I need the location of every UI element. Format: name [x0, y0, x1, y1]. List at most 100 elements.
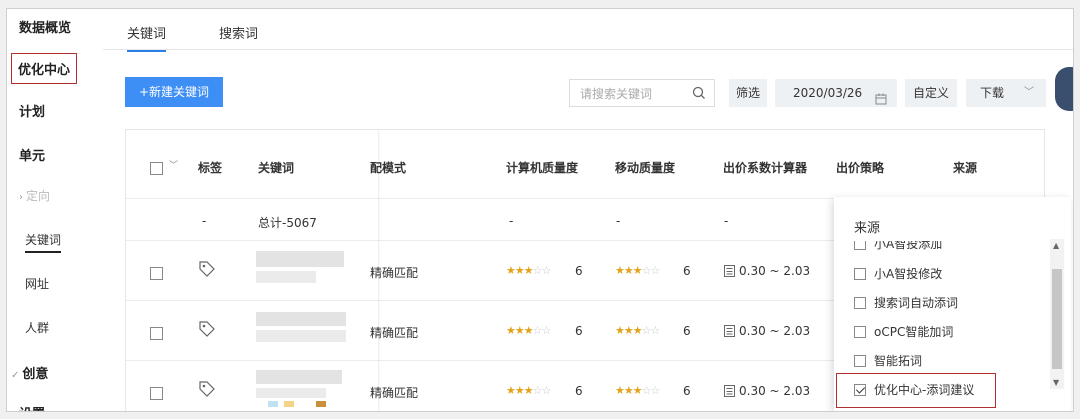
- download-label: 下载: [980, 86, 1005, 100]
- sidebar-item-audience[interactable]: 人群: [25, 319, 49, 336]
- option-checkbox[interactable]: [854, 326, 866, 338]
- scrollbar[interactable]: ▲ ▼: [1050, 239, 1064, 389]
- mobile-quality-stars: ★★★☆☆: [615, 384, 660, 397]
- column-header-bid-calculator: 出价系数计算器: [723, 161, 808, 175]
- option-label: oCPC智能加词: [874, 325, 954, 339]
- option-checkbox[interactable]: [854, 268, 866, 280]
- search-icon[interactable]: [692, 86, 706, 103]
- sidebar-item-url[interactable]: 网址: [25, 275, 49, 292]
- column-header-source[interactable]: 来源: [953, 159, 977, 176]
- download-select[interactable]: 下载 ﹀: [966, 79, 1046, 107]
- tab-search-term[interactable]: 搜索词: [219, 23, 258, 42]
- main-panel: 关键词 搜索词 +新建关键词 筛选 2020/03/26 自定义 下载 ﹀ ﹀: [103, 9, 1073, 411]
- blurred-keyword: [256, 251, 344, 267]
- pc-quality-score: 6: [575, 324, 583, 338]
- tag-icon[interactable]: [198, 260, 216, 281]
- row-checkbox[interactable]: [150, 387, 163, 400]
- mobile-quality-score: 6: [683, 264, 691, 278]
- sidebar-item-creative-label: 创意: [22, 367, 49, 382]
- blurred-keyword: [256, 312, 346, 326]
- calculator-icon[interactable]: [724, 385, 735, 400]
- row-checkbox[interactable]: [150, 327, 163, 340]
- date-value: 2020/03/26: [793, 86, 863, 100]
- sidebar-item-unit[interactable]: 单元: [19, 145, 45, 164]
- column-header-pc-quality: 计算机质量度: [506, 161, 579, 175]
- option-checkbox[interactable]: [854, 297, 866, 309]
- option-xiaoa-add[interactable]: 小A智投添加: [854, 241, 942, 255]
- sidebar-item-optimize[interactable]: 优化中心: [11, 53, 78, 84]
- pc-quality-stars: ★★★☆☆: [506, 384, 551, 397]
- bid-range: 0.30 ~ 2.03: [739, 384, 811, 398]
- tab-bar: 关键词 搜索词: [103, 9, 1073, 52]
- blurred-keyword: [284, 401, 294, 407]
- option-label: 智能拓词: [874, 354, 923, 368]
- option-label: 小A智投修改: [874, 267, 943, 281]
- option-smart-expand[interactable]: 智能拓词: [854, 352, 922, 372]
- column-header-bid-strategy: 出价策略: [836, 161, 885, 175]
- blurred-keyword: [256, 388, 326, 398]
- pc-quality-stars: ★★★☆☆: [506, 324, 551, 337]
- tag-icon[interactable]: [198, 320, 216, 341]
- pc-quality-score: 6: [575, 264, 583, 278]
- app-frame: 数据概览 优化中心 计划 单元 ›定向 关键词 网址 人群 ✓创意 设置 关键词…: [6, 8, 1074, 412]
- source-filter-dropdown: 来源 小A智投添加 小A智投修改 搜索词自动添词 oCPC智能加词 智能拓词 优…: [834, 197, 1071, 411]
- blurred-keyword: [256, 370, 342, 384]
- mobile-quality-stars: ★★★☆☆: [615, 324, 660, 337]
- row-checkbox[interactable]: [150, 267, 163, 280]
- calculator-icon[interactable]: [724, 265, 735, 280]
- pc-quality-score: 6: [575, 384, 583, 398]
- column-header-match: 配模式: [370, 161, 407, 175]
- scrollbar-thumb[interactable]: [1052, 269, 1062, 369]
- summary-mobile: -: [616, 214, 621, 228]
- sidebar: 数据概览 优化中心 计划 单元 ›定向 关键词 网址 人群 ✓创意 设置: [7, 9, 103, 411]
- option-checkbox[interactable]: [854, 355, 866, 367]
- sidebar-item-keyword[interactable]: 关键词: [25, 231, 62, 253]
- mobile-quality-score: 6: [683, 384, 691, 398]
- fixed-column-shadow: [378, 130, 380, 411]
- sidebar-item-targeting-label: 定向: [26, 189, 51, 203]
- summary-total: 总计-5067: [258, 216, 317, 230]
- blurred-keyword: [268, 401, 278, 407]
- sidebar-item-settings[interactable]: 设置: [19, 403, 45, 411]
- assistant-avatar[interactable]: [1055, 67, 1073, 111]
- search-box: [569, 79, 715, 107]
- tag-icon[interactable]: [198, 380, 216, 401]
- scroll-down-icon[interactable]: ▼: [1053, 378, 1059, 387]
- sidebar-item-creative[interactable]: ✓ 创意: [11, 363, 48, 382]
- sidebar-item-plan[interactable]: 计划: [19, 101, 45, 120]
- bid-range: 0.30 ~ 2.03: [739, 264, 811, 278]
- mobile-quality-stars: ★★★☆☆: [615, 264, 660, 277]
- option-search-term-auto[interactable]: 搜索词自动添词: [854, 294, 958, 314]
- search-input[interactable]: [578, 86, 692, 102]
- scroll-up-icon[interactable]: ▲: [1053, 241, 1059, 250]
- calculator-icon[interactable]: [724, 325, 735, 340]
- select-all-checkbox[interactable]: [150, 162, 163, 175]
- sidebar-item-targeting[interactable]: › 定向: [19, 187, 50, 204]
- column-header-tag: 标签: [198, 161, 223, 175]
- option-ocpc[interactable]: oCPC智能加词: [854, 323, 953, 343]
- chevron-down-icon: ✓: [11, 370, 20, 381]
- summary-bid: -: [724, 214, 729, 228]
- custom-button[interactable]: 自定义: [905, 79, 957, 107]
- option-label: 搜索词自动添词: [874, 296, 959, 310]
- chevron-down-icon: ﹀: [1024, 87, 1034, 98]
- sidebar-item-overview[interactable]: 数据概览: [19, 17, 71, 36]
- new-keyword-button[interactable]: +新建关键词: [125, 77, 223, 107]
- summary-pc: -: [509, 214, 514, 228]
- column-header-keyword: 关键词: [258, 161, 295, 175]
- bid-range: 0.30 ~ 2.03: [739, 324, 811, 338]
- blurred-keyword: [316, 401, 326, 407]
- option-label: 小A智投添加: [874, 241, 943, 251]
- option-checkbox[interactable]: [854, 241, 866, 250]
- filter-button[interactable]: 筛选: [729, 79, 767, 107]
- blurred-keyword: [256, 330, 346, 342]
- calendar-icon: [875, 87, 887, 115]
- pc-quality-stars: ★★★☆☆: [506, 264, 551, 277]
- tab-keyword[interactable]: 关键词: [127, 23, 167, 52]
- option-xiaoa-modify[interactable]: 小A智投修改: [854, 265, 942, 285]
- date-picker[interactable]: 2020/03/26: [775, 79, 897, 107]
- mobile-quality-score: 6: [683, 324, 691, 338]
- highlight-box: [836, 373, 996, 408]
- chevron-down-icon[interactable]: ﹀: [169, 158, 178, 171]
- chevron-icon: ›: [19, 192, 23, 203]
